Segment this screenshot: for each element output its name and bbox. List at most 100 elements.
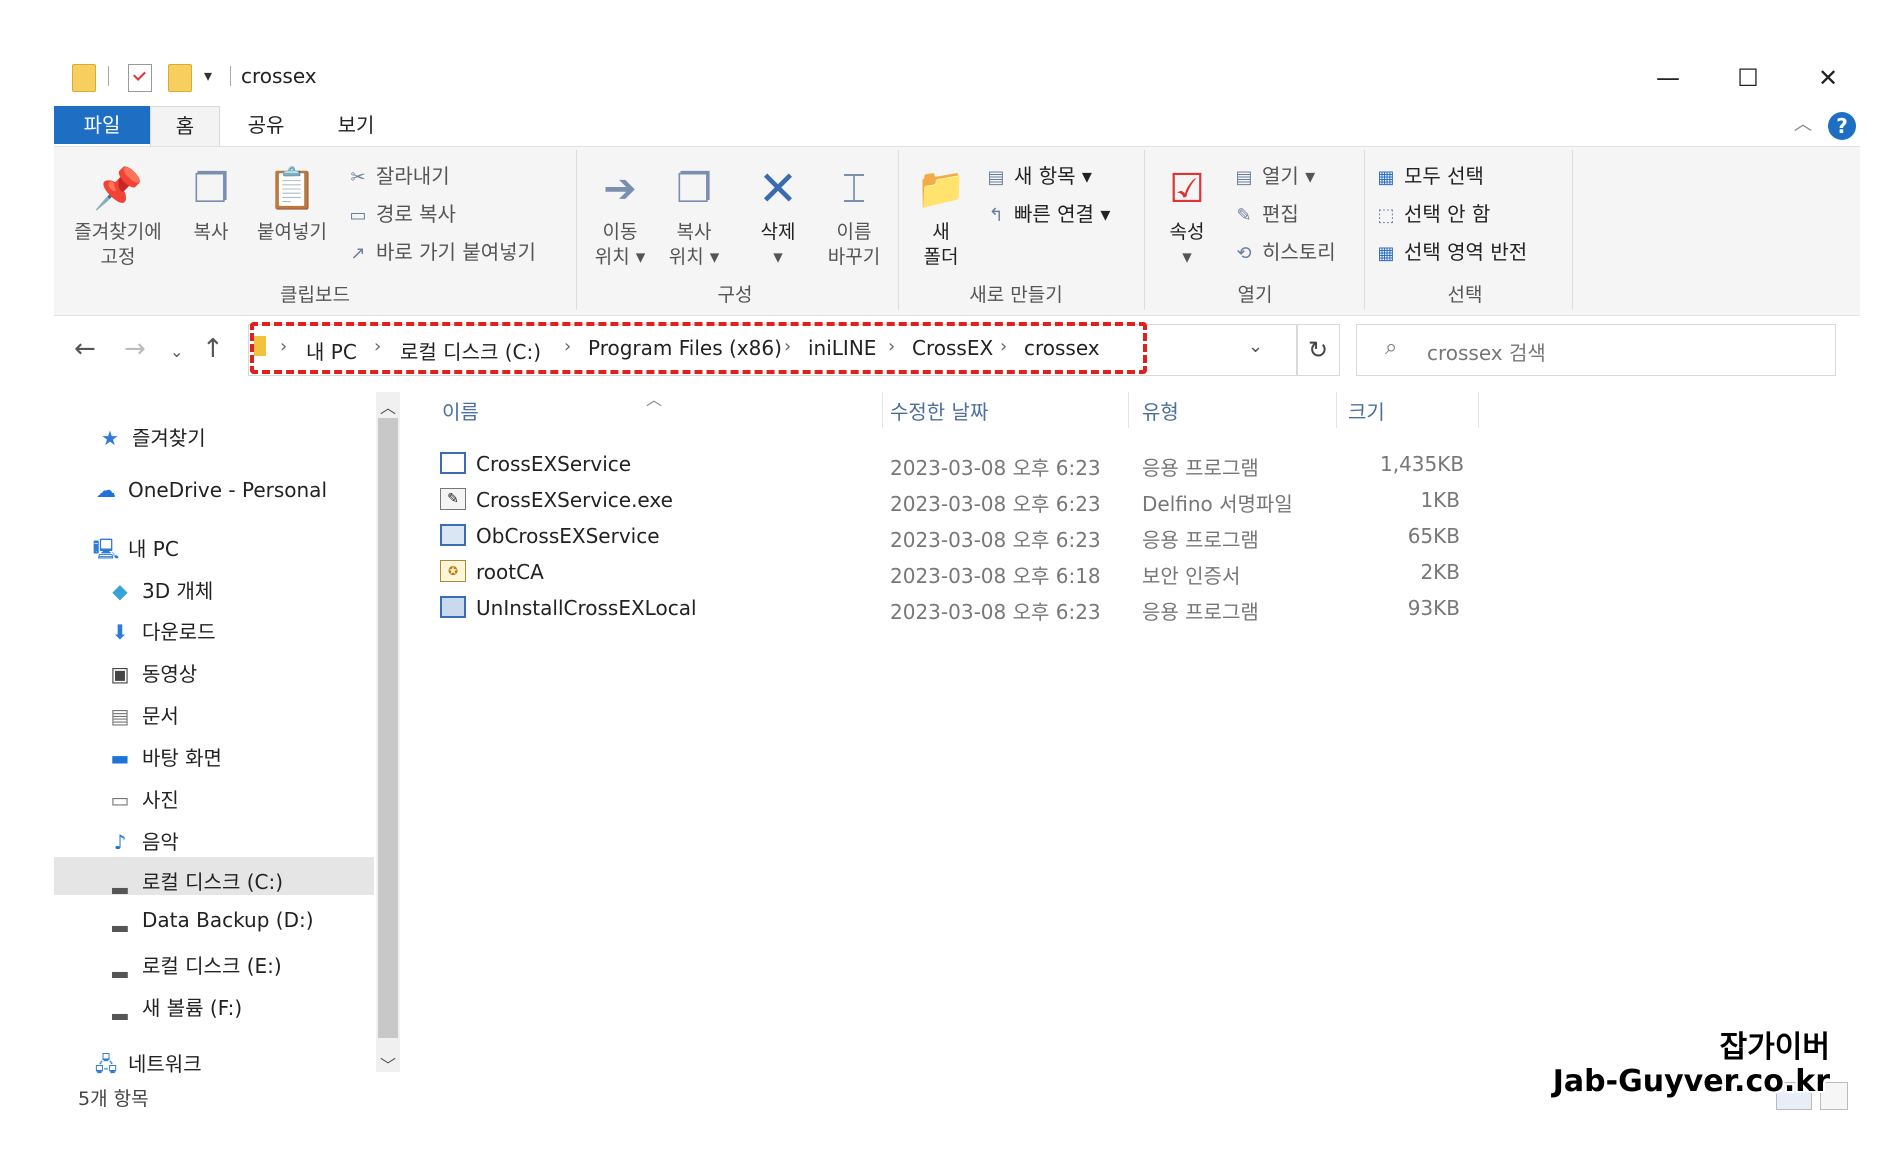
column-header-type[interactable]: 유형: [1142, 396, 1179, 425]
back-button[interactable]: ←: [74, 334, 96, 364]
uninstaller-icon: [440, 596, 466, 618]
collapse-ribbon-icon[interactable]: ︿: [1794, 110, 1812, 136]
sidebar-item-local-disk-e[interactable]: ▂ 로컬 디스크 (E:): [106, 950, 281, 979]
sidebar-item-videos[interactable]: ▣ 동영상: [106, 658, 198, 687]
table-row[interactable]: CrossEXService 2023-03-08 오후 6:23 응용 프로그…: [430, 446, 1470, 482]
sidebar-item-documents[interactable]: ▤ 문서: [106, 700, 179, 729]
minimize-button[interactable]: —: [1648, 58, 1688, 98]
group-separator: [1364, 150, 1365, 310]
pin-to-quick-access-button[interactable]: 📌 즐겨찾기에 고정: [66, 164, 170, 270]
edit-icon: ✎: [1236, 205, 1252, 226]
shortcut-icon: ↗: [350, 243, 366, 264]
music-icon: ♪: [113, 830, 127, 854]
maximize-button[interactable]: ☐: [1728, 58, 1768, 98]
clipboard-icon: 📋: [267, 166, 317, 212]
new-folder-button[interactable]: 📁 새 폴더: [906, 164, 976, 270]
cut-button[interactable]: ✂ 잘라내기: [346, 160, 449, 189]
group-separator: [576, 150, 577, 310]
sidebar-scrollbar-thumb[interactable]: [378, 418, 398, 1038]
group-separator: [898, 150, 899, 310]
computer-icon: 🖳: [92, 537, 120, 561]
history-button[interactable]: ⟲ 히스토리: [1232, 236, 1335, 265]
forward-button[interactable]: →: [124, 334, 146, 364]
table-row[interactable]: ✪ rootCA 2023-03-08 오후 6:18 보안 인증서 2KB: [430, 554, 1470, 590]
customize-toolbar-icon[interactable]: ▾: [204, 66, 212, 85]
column-header-name[interactable]: 이름: [442, 396, 479, 425]
sidebar-item-onedrive[interactable]: ☁ OneDrive - Personal: [92, 478, 327, 502]
tab-share[interactable]: 공유: [236, 106, 296, 146]
help-icon[interactable]: ?: [1828, 112, 1856, 140]
sidebar-item-downloads[interactable]: ⬇ 다운로드: [106, 616, 216, 645]
watermark-korean: 잡가이버: [1719, 1030, 1830, 1065]
paste-button[interactable]: 📋 붙여넣기: [248, 164, 336, 245]
select-none-button[interactable]: ⬚ 선택 안 함: [1374, 198, 1490, 227]
group-label-organize: 구성: [717, 284, 753, 306]
refresh-button[interactable]: ↻: [1296, 324, 1340, 376]
scroll-up-icon[interactable]: ︿: [380, 394, 396, 418]
copy-path-button[interactable]: ▭ 경로 복사: [346, 198, 455, 227]
tab-file[interactable]: 파일: [54, 106, 150, 144]
column-separator[interactable]: [1478, 392, 1479, 428]
sidebar-item-3d-objects[interactable]: ◆ 3D 개체: [106, 575, 213, 604]
invert-selection-button[interactable]: ▦ 선택 영역 반전: [1374, 236, 1527, 265]
sidebar-item-network[interactable]: 🖧 네트워크: [92, 1048, 202, 1084]
column-separator[interactable]: [882, 392, 883, 428]
sidebar-item-music[interactable]: ♪ 음악: [106, 826, 179, 855]
column-header-size[interactable]: 크기: [1348, 396, 1385, 425]
star-icon: ★: [101, 426, 119, 450]
cube-icon: ◆: [112, 579, 128, 603]
video-icon: ▣: [110, 662, 130, 686]
sidebar-item-desktop[interactable]: ▬ 바탕 화면: [106, 742, 222, 771]
folder-icon: 📁: [916, 166, 966, 212]
open-button[interactable]: ▤ 열기 ▾: [1232, 160, 1315, 189]
properties-check-icon: ☑: [1169, 166, 1205, 212]
column-separator[interactable]: [1336, 392, 1337, 428]
picture-icon: ▭: [110, 788, 130, 812]
copy-to-button[interactable]: ❐ 복사 위치 ▾: [662, 164, 726, 270]
easy-access-button[interactable]: ↰ 빠른 연결 ▾: [984, 198, 1110, 227]
search-input[interactable]: ⌕ crossex 검색: [1356, 324, 1836, 376]
group-label-clipboard: 클립보드: [280, 284, 350, 306]
scroll-down-icon[interactable]: ﹀: [380, 1052, 396, 1076]
edit-button[interactable]: ✎ 편집: [1232, 198, 1298, 227]
paste-shortcut-button[interactable]: ↗ 바로 가기 붙여넣기: [346, 236, 535, 265]
move-to-button[interactable]: ➔ 이동 위치 ▾: [588, 164, 652, 270]
group-separator: [1144, 150, 1145, 310]
table-row[interactable]: ObCrossEXService 2023-03-08 오후 6:23 응용 프…: [430, 518, 1470, 554]
application-icon: [440, 452, 466, 474]
drive-icon: ▂: [112, 954, 128, 978]
invert-selection-icon: ▦: [1377, 243, 1395, 264]
column-header-date[interactable]: 수정한 날짜: [890, 396, 988, 425]
cloud-icon: ☁: [96, 478, 116, 502]
sidebar-item-quick-access[interactable]: ★ 즐겨찾기: [96, 422, 206, 451]
new-item-button[interactable]: ▤ 새 항목 ▾: [984, 160, 1091, 189]
new-item-icon: ▤: [987, 167, 1005, 188]
delete-x-icon: ✕: [757, 161, 799, 217]
close-button[interactable]: ✕: [1808, 58, 1848, 98]
sidebar-item-data-backup-d[interactable]: ▂ Data Backup (D:): [106, 908, 313, 932]
delete-button[interactable]: ✕ 삭제 ▾: [744, 164, 812, 270]
window-title: crossex: [241, 64, 317, 88]
sidebar-item-local-disk-c[interactable]: ▂ 로컬 디스크 (C:): [106, 866, 283, 895]
table-row[interactable]: ✎ CrossEXService.exe 2023-03-08 오후 6:23 …: [430, 482, 1470, 518]
select-all-button[interactable]: ▦ 모두 선택: [1374, 160, 1483, 189]
column-separator[interactable]: [1128, 392, 1129, 428]
tab-home[interactable]: 홈: [150, 106, 220, 147]
sidebar-item-new-volume-f[interactable]: ▂ 새 볼륨 (F:): [106, 992, 242, 1021]
new-folder-icon[interactable]: [168, 64, 192, 92]
sidebar-item-this-pc[interactable]: 🖳 내 PC: [92, 533, 179, 569]
copy-to-icon: ❐: [676, 166, 712, 212]
watermark-url: Jab-Guyver.co.kr: [1552, 1064, 1830, 1099]
rename-button[interactable]: ⌶ 이름 바꾸기: [818, 164, 890, 270]
drive-icon: ▂: [112, 996, 128, 1020]
properties-button[interactable]: ☑ 속성 ▾: [1152, 164, 1222, 270]
up-button[interactable]: ↑: [202, 334, 224, 364]
table-row[interactable]: UnInstallCrossEXLocal 2023-03-08 오후 6:23…: [430, 590, 1470, 626]
tab-view[interactable]: 보기: [326, 106, 386, 146]
copy-button[interactable]: ❐ 복사: [180, 164, 242, 245]
recent-locations-button[interactable]: ⌄: [170, 342, 183, 361]
address-dropdown-icon[interactable]: ⌄: [1248, 336, 1263, 357]
properties-icon[interactable]: [128, 64, 152, 92]
application-icon: [440, 524, 466, 546]
sidebar-item-pictures[interactable]: ▭ 사진: [106, 784, 179, 813]
